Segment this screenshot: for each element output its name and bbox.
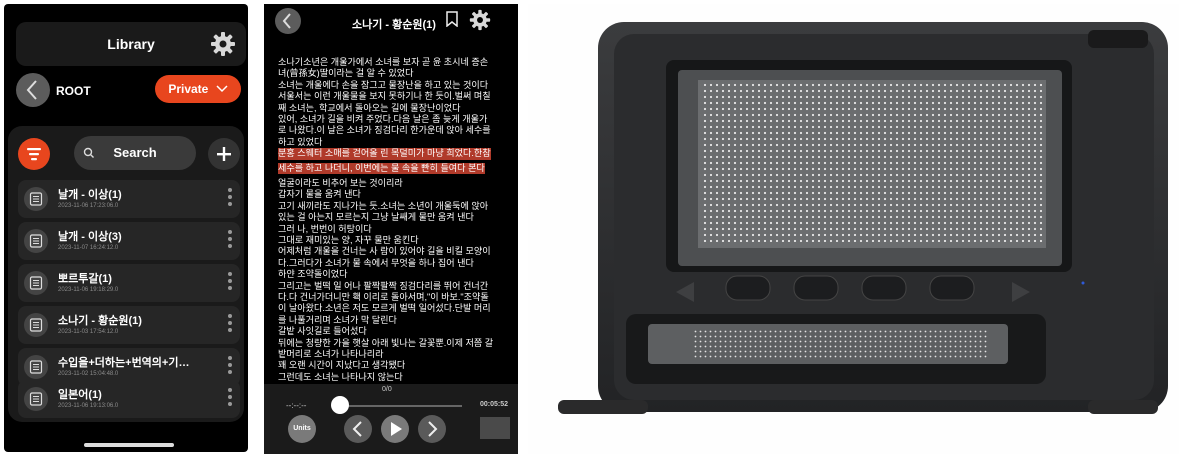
previous-button[interactable] [344, 415, 372, 443]
back-button[interactable] [16, 73, 50, 107]
kebab-icon[interactable] [228, 314, 232, 336]
document-icon [24, 271, 48, 295]
list-item-title: 날개 - 이상(3) [58, 231, 122, 243]
units-button[interactable]: Units [288, 415, 316, 443]
highlighted-text-line: 세수를 하고 나더니, 이번에는 물 속을 빤히 들여다 본다 [278, 163, 485, 175]
text-line: 를 나풀거리며 소녀가 막 달린다 [278, 314, 397, 325]
text-line: 갑자기 물을 움켜 낸다 [278, 189, 361, 200]
reader-text-body[interactable]: 소나기소년은 개울가에서 소녀를 보자 곧 윤 초시네 증손 녀(曾孫女)딸이라는… [278, 57, 510, 381]
document-icon [24, 387, 48, 411]
text-line: 하얀 조약돌이었다 [278, 269, 348, 280]
text-line: 다.그러다가 소녀가 물 속에서 무엇을 하나 집어 낸다 [278, 257, 474, 268]
list-item-date: 2023-11-06 17:23:06.0 [58, 203, 119, 209]
list-item-date: 2023-11-03 17:54:12.0 [58, 329, 119, 335]
list-item[interactable]: 뽀르투갈(1) 2023-11-06 19:18:29.0 [18, 264, 240, 302]
list-item[interactable]: 날개 - 이상(3) 2023-11-07 16:24:12.0 [18, 222, 240, 260]
text-line: 있는 걸 아는지 모르는지 그냥 날쌔게 물만 움켜 낸다 [278, 212, 474, 223]
playback-slider-knob[interactable] [331, 396, 349, 414]
reader-title: 소나기 - 황순원(1) [352, 19, 436, 31]
kebab-icon[interactable] [228, 230, 232, 252]
position-label: 0/0 [382, 386, 392, 393]
text-line: 소녀는 개울에다 손을 잠그고 물장난을 하고 있는 것이다 [278, 79, 489, 90]
next-icon [428, 421, 438, 437]
search-input[interactable]: Search [74, 136, 196, 170]
back-button[interactable] [275, 8, 301, 34]
library-path-bar: ROOT Private [12, 72, 248, 116]
text-line: 갈밭 사잇길로 들어섰다 [278, 326, 367, 337]
list-item-date: 2023-11-02 15:04:48.0 [58, 371, 119, 377]
text-line: 뒤에는 청량한 가을 햇살 아래 빛나는 갈꽃뿐.이제 저쯤 갈 [278, 337, 494, 348]
list-item[interactable]: 일본어(1) 2023-11-06 19:13:06.0 [18, 380, 240, 418]
root-label: ROOT [56, 84, 91, 98]
text-line: 얼굴이라도 비추어 보는 것이리라 [278, 177, 403, 188]
text-line: 그대로 재미있는 양, 자꾸 물만 움킨다 [278, 234, 419, 245]
text-line: 녀(曾孫女)딸이라는 걸 알 수 있었다 [278, 68, 414, 79]
text-line: 그러 나, 번번이 허탕이다 [278, 223, 372, 234]
playback-bar: 0/0 --:--:-- 00:05:52 Units [264, 384, 518, 454]
text-line: 밭머리로 소녀가 나타나리라 [278, 348, 384, 359]
braille-device-image [558, 22, 1168, 414]
document-icon [24, 313, 48, 337]
document-icon [24, 355, 48, 379]
add-button[interactable] [208, 138, 240, 170]
highlighted-text-line: 분홍 스웨터 소매를 걷어올 린 목덜미가 마냥 희었다.한참 [278, 148, 491, 160]
bookmark-icon[interactable] [446, 11, 458, 27]
text-line: 하고 있었다 [278, 136, 323, 147]
text-line: 그런데도 소녀는 나타나지 않는다 [278, 371, 403, 381]
list-item-title: 날개 - 이상(1) [58, 189, 122, 201]
list-item-date: 2023-11-06 19:13:06.0 [58, 403, 119, 409]
text-line: 째 소녀는, 학교에서 돌아오는 길에 물장난이었다 [278, 102, 461, 113]
list-item-date: 2023-11-06 19:18:29.0 [58, 287, 119, 293]
kebab-icon[interactable] [228, 188, 232, 210]
document-icon [24, 229, 48, 253]
next-button[interactable] [418, 415, 446, 443]
total-time: 00:05:52 [480, 401, 509, 408]
stop-button[interactable] [480, 417, 510, 439]
device-photo [528, 4, 1179, 454]
text-line: 서울서는 이런 개울물을 보지 못하기나 한 듯이.벌써 며칠 [278, 91, 491, 102]
document-icon [24, 187, 48, 211]
elapsed-time: --:--:-- [286, 401, 307, 410]
library-header: Library [16, 22, 246, 66]
home-indicator [84, 443, 174, 447]
text-line: 로 나왔다.이 날은 소녀가 징검다리 한가운데 앉아 세수를 [278, 125, 491, 136]
list-item-title: 소나기 - 황순원(1) [58, 315, 142, 327]
play-button[interactable] [381, 415, 409, 443]
text-line: 소나기소년은 개울가에서 소녀를 보자 곧 윤 초시네 증손 [278, 57, 489, 67]
list-item[interactable]: 날개 - 이상(1) 2023-11-06 17:23:06.0 [18, 180, 240, 218]
library-screen: Library ROOT Private Search 날개 - 이상(1) 2… [4, 4, 248, 452]
list-item-date: 2023-11-07 16:24:12.0 [58, 245, 119, 251]
text-line: 이 날아왔다.소년은 저도 모르게 벌떡 일어섰다.단발 머리 [278, 303, 491, 314]
filter-icon [27, 148, 41, 161]
back-icon [26, 80, 37, 100]
list-item-title: 수입을+더하는+번역의+기… [58, 357, 190, 369]
private-dropdown[interactable]: Private [155, 75, 241, 103]
list-item-title: 일본어(1) [58, 389, 102, 401]
previous-icon [352, 421, 362, 437]
text-line: 그리고는 벌떡 일 어나 팔짝팔짝 징검다리를 뛰어 건너간 [278, 280, 489, 291]
search-icon [83, 147, 94, 158]
text-line: 어제처럼 개울을 건너는 사 람이 있어야 길을 비킬 모양이 [278, 246, 491, 257]
reader-screen: 소나기 - 황순원(1) 소나기소년은 개울가에서 소녀를 보자 곧 윤 초시네… [264, 4, 518, 454]
kebab-icon[interactable] [228, 272, 232, 294]
private-label: Private [168, 82, 209, 96]
text-line: 꽤 오랜 시간이 지났다고 생각됐다 [278, 360, 406, 371]
list-item-title: 뽀르투갈(1) [58, 273, 112, 285]
text-line: 있어, 소녀가 길을 비켜 주었다.다음 날은 좀 늦게 개울가 [278, 114, 488, 125]
play-icon [391, 422, 402, 436]
gear-icon[interactable] [210, 31, 236, 57]
kebab-icon[interactable] [228, 356, 232, 378]
playback-slider-track[interactable] [334, 405, 462, 407]
kebab-icon[interactable] [228, 388, 232, 410]
search-label: Search [113, 145, 157, 160]
text-line: 다.다 건너가더니만 홱 이리로 돌아서며,"이 바보."조약돌 [278, 291, 489, 302]
filter-button[interactable] [18, 138, 50, 170]
text-line: 고기 새끼라도 지나가는 듯.소녀는 소년이 개울둑에 앉아 [278, 200, 489, 211]
library-list-panel: Search 날개 - 이상(1) 2023-11-06 17:23:06.0 날개… [8, 126, 244, 422]
back-icon [282, 13, 291, 29]
plus-icon [217, 147, 231, 161]
chevron-down-icon [216, 85, 228, 93]
gear-icon[interactable] [469, 9, 491, 31]
list-item[interactable]: 소나기 - 황순원(1) 2023-11-03 17:54:12.0 [18, 306, 240, 344]
